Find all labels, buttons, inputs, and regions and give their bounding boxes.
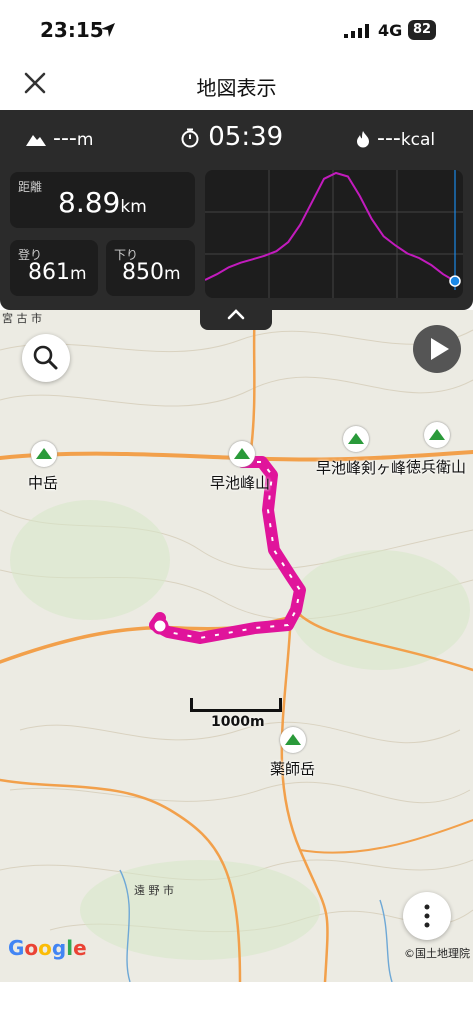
status-time: 23:15 — [40, 18, 104, 42]
search-button[interactable] — [22, 334, 70, 382]
distance-value-wrap: 8.89km — [58, 186, 147, 219]
mountain-icon — [285, 734, 301, 745]
scale-label: 1000m — [211, 714, 265, 730]
mountain-marker-kengamine[interactable] — [343, 426, 369, 452]
label-hayachine: 早池峰山 — [210, 474, 271, 492]
mountain-marker-tokuhyoe[interactable] — [424, 422, 450, 448]
elevation-chart-svg — [205, 170, 463, 298]
mountain-marker-hayachine[interactable] — [229, 441, 255, 467]
stats-summary-row: ---m 05:39 ---kcal — [0, 110, 473, 168]
map-attribution: ©国土地理院 — [404, 947, 470, 960]
location-arrow-icon — [101, 23, 115, 37]
status-bar: 23:15 4G 82 — [0, 0, 473, 60]
mountain-icon — [36, 448, 52, 459]
label-kengamine: 早池峰剣ヶ峰 — [316, 459, 407, 477]
mountain-icon — [348, 433, 364, 444]
play-icon — [431, 338, 449, 360]
ascent-value-wrap: 861m — [28, 260, 87, 285]
altitude-readout: ---m — [26, 126, 93, 151]
timer-value: 05:39 — [208, 122, 284, 152]
topographic-map — [0, 310, 473, 982]
calories-readout: ---kcal — [356, 126, 435, 151]
label-yakushi: 薬師岳 — [270, 760, 316, 778]
mountain-icon — [26, 135, 46, 146]
flame-icon — [357, 131, 369, 148]
distance-label: 距離 — [18, 180, 43, 194]
stats-panel: ---m 05:39 ---kcal 距離 8.89km 登り 861m 下り … — [0, 110, 473, 310]
descent-value-wrap: 850m — [122, 260, 181, 285]
map-view[interactable]: 中岳 早池峰山 早池峰剣ヶ峰 徳兵衛山 薬師岳 遠 野 市 宮 古 市 — [0, 310, 473, 982]
altitude-value: --- — [53, 126, 77, 151]
label-miyako: 宮 古 市 — [2, 312, 42, 325]
ascent-value: 861 — [28, 260, 70, 285]
calories-value: --- — [377, 126, 401, 151]
chart-grid — [205, 170, 463, 298]
current-position-marker — [449, 275, 461, 287]
collapse-panel-button[interactable] — [200, 300, 272, 330]
elevation-chart[interactable] — [205, 170, 463, 298]
descent-value: 850 — [122, 260, 164, 285]
ascent-card: 登り 861m — [10, 240, 98, 296]
battery-level: 82 — [408, 20, 436, 40]
mountain-marker-nakadake[interactable] — [31, 441, 57, 467]
mountain-icon — [234, 448, 250, 459]
descent-card: 下り 850m — [106, 240, 195, 296]
chevron-up-icon — [227, 309, 245, 320]
timer-readout: 05:39 — [180, 122, 283, 152]
search-icon — [33, 345, 58, 370]
ascent-unit: m — [70, 264, 87, 284]
google-logo: Google — [8, 936, 87, 960]
more-vertical-icon — [424, 904, 430, 928]
more-options-button[interactable] — [403, 892, 451, 940]
label-nakadake: 中岳 — [28, 474, 59, 492]
stopwatch-icon — [181, 128, 199, 147]
distance-card: 距離 8.89km — [10, 172, 195, 228]
signal-icon — [344, 24, 369, 38]
distance-value: 8.89 — [58, 186, 121, 219]
page-title: 地図表示 — [196, 76, 277, 100]
calories-unit: kcal — [400, 130, 436, 150]
track-start-marker — [151, 617, 169, 635]
elevation-line — [205, 171, 456, 282]
descent-unit: m — [164, 264, 181, 284]
mountain-icon — [429, 429, 445, 440]
altitude-unit: m — [76, 130, 94, 150]
mountain-marker-yakushi[interactable] — [280, 727, 306, 753]
label-tokuhyoe: 徳兵衛山 — [406, 458, 467, 476]
distance-unit: km — [120, 197, 147, 217]
label-tono: 遠 野 市 — [134, 884, 174, 897]
play-button[interactable] — [413, 325, 461, 373]
header: 地図表示 — [0, 60, 473, 110]
network-type: 4G — [378, 21, 403, 40]
bottom-safe-area — [0, 982, 473, 1024]
scale-bar — [190, 698, 282, 712]
